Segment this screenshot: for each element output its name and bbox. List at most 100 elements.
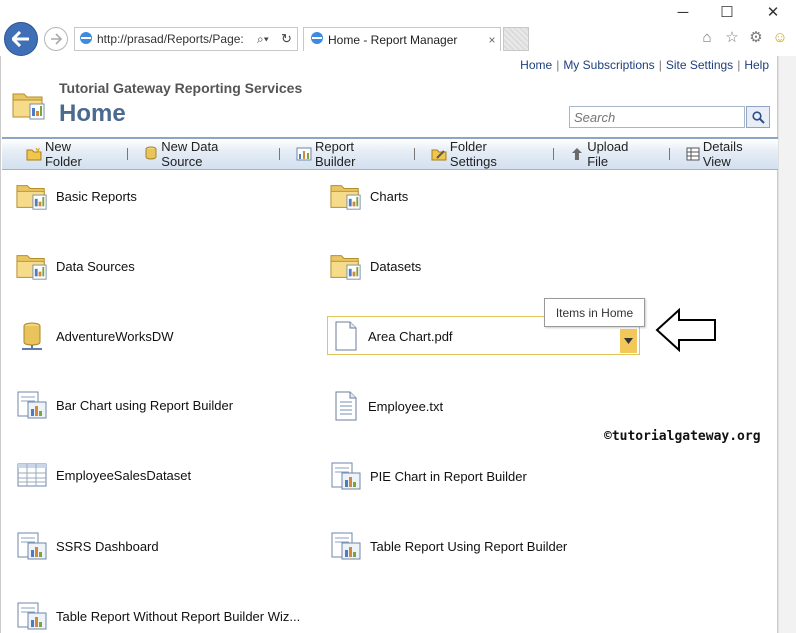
pointer-arrow-icon: [655, 308, 716, 352]
toolbar-separator: [668, 148, 670, 160]
item-datasets[interactable]: Datasets: [330, 251, 421, 281]
minimize-button[interactable]: ─: [673, 4, 693, 22]
report-manager-page: Home | My Subscriptions | Site Settings | Help…: [0, 56, 778, 633]
toolbar-separator: [279, 148, 281, 160]
toolbar-separator: [127, 148, 129, 160]
search-button[interactable]: [746, 106, 770, 128]
item-label[interactable]: Data Sources: [56, 259, 135, 274]
back-arrow-icon: [12, 31, 29, 47]
search-input[interactable]: [569, 106, 745, 128]
new-folder-icon: [26, 147, 42, 161]
tooltip: Items in Home: [544, 298, 645, 327]
favorites-star-icon[interactable]: ☆: [723, 28, 741, 46]
item-label[interactable]: AdventureWorksDW: [56, 329, 174, 344]
item-menu-dropdown[interactable]: [620, 329, 637, 353]
data-source-icon: [16, 320, 48, 352]
item-ssrs-dashboard[interactable]: SSRS Dashboard: [16, 531, 159, 561]
file-icon: [332, 320, 360, 352]
link-home[interactable]: Home: [520, 58, 552, 72]
new-data-source-label: New Data Source: [161, 139, 219, 169]
item-label[interactable]: Table Report Using Report Builder: [370, 539, 567, 554]
smiley-icon[interactable]: ☺: [771, 28, 789, 46]
home-icon[interactable]: ⌂: [698, 28, 716, 46]
page-title: Home: [59, 100, 126, 127]
item-label[interactable]: Area Chart.pdf: [368, 329, 453, 344]
item-data-sources[interactable]: Data Sources: [16, 251, 135, 281]
toolbar-separator: [553, 148, 555, 160]
forward-button[interactable]: [44, 27, 68, 51]
item-bar-chart[interactable]: Bar Chart using Report Builder: [16, 390, 233, 420]
dataset-icon: [16, 461, 48, 489]
home-folder-icon: [12, 88, 46, 122]
ie-page-icon: [79, 31, 93, 48]
details-view-label: Details View: [702, 139, 743, 169]
close-window-button[interactable]: ✕: [763, 4, 783, 22]
new-folder-label: New Folder: [44, 139, 82, 169]
item-label[interactable]: Table Report Without Report Builder Wiz.…: [56, 609, 300, 624]
tab-title: Home - Report Manager: [328, 32, 458, 47]
tab-close-icon[interactable]: ×: [484, 33, 500, 47]
report-builder-icon: [296, 147, 312, 161]
new-tab-button[interactable]: [503, 27, 529, 51]
details-view-button[interactable]: Details View: [682, 139, 778, 169]
item-pie-chart[interactable]: PIE Chart in Report Builder: [330, 461, 527, 491]
item-adventureworksdw[interactable]: AdventureWorksDW: [16, 320, 174, 352]
report-builder-button[interactable]: Report Builder: [292, 139, 402, 169]
item-label[interactable]: Charts: [370, 189, 408, 204]
report-icon: [330, 461, 362, 491]
folder-icon: [330, 181, 362, 211]
link-my-subscriptions[interactable]: My Subscriptions: [563, 58, 654, 72]
top-links: Home | My Subscriptions | Site Settings | Help: [520, 58, 769, 72]
folder-icon: [16, 251, 48, 281]
folder-settings-icon: [431, 149, 447, 161]
item-table-report-builder[interactable]: Table Report Using Report Builder: [330, 531, 567, 561]
ie-tab-icon: [310, 31, 328, 48]
address-bar[interactable]: http://prasad/Reports/Page: ⌕▾ ↻: [74, 27, 298, 51]
upload-file-button[interactable]: Upload File: [566, 139, 657, 169]
new-data-source-icon: [145, 146, 157, 160]
watermark: ©tutorialgateway.org: [604, 429, 761, 444]
item-charts[interactable]: Charts: [330, 181, 408, 211]
text-file-icon: [332, 390, 360, 422]
item-label[interactable]: Datasets: [370, 259, 421, 274]
browser-tab[interactable]: Home - Report Manager ×: [303, 27, 501, 51]
item-label[interactable]: Employee.txt: [368, 399, 443, 414]
refresh-icon[interactable]: ↻: [281, 31, 297, 47]
upload-arrow-icon: [572, 148, 583, 160]
chevron-down-icon: [624, 338, 633, 344]
folder-settings-label: Folder Settings: [449, 139, 497, 169]
item-employee-txt[interactable]: Employee.txt: [332, 390, 443, 422]
folder-icon: [330, 251, 362, 281]
folder-settings-button[interactable]: Folder Settings: [427, 139, 541, 169]
item-label[interactable]: EmployeeSalesDataset: [56, 468, 191, 483]
item-employee-sales-dataset[interactable]: EmployeeSalesDataset: [16, 461, 191, 489]
link-site-settings[interactable]: Site Settings: [666, 58, 733, 72]
item-label[interactable]: Bar Chart using Report Builder: [56, 398, 233, 413]
report-icon: [16, 531, 48, 561]
report-icon: [16, 601, 48, 631]
forward-arrow-icon: [51, 33, 62, 45]
link-help[interactable]: Help: [744, 58, 769, 72]
item-table-report-without-wizard[interactable]: Table Report Without Report Builder Wiz.…: [16, 601, 300, 631]
toolbar-separator: [413, 148, 415, 160]
url-text: http://prasad/Reports/Page:: [97, 32, 244, 46]
folder-icon: [16, 181, 48, 211]
report-icon: [330, 531, 362, 561]
toolbar: New Folder New Data Source Report Builde…: [2, 137, 778, 170]
vertical-scrollbar[interactable]: [778, 56, 796, 633]
gear-icon[interactable]: ⚙: [747, 28, 765, 46]
item-label[interactable]: Basic Reports: [56, 189, 137, 204]
back-button[interactable]: [4, 22, 38, 56]
maximize-button[interactable]: ☐: [717, 4, 737, 22]
new-data-source-button[interactable]: New Data Source: [140, 139, 267, 169]
search-dropdown-icon[interactable]: ⌕▾: [257, 32, 281, 47]
item-label[interactable]: SSRS Dashboard: [56, 539, 159, 554]
search-icon: [751, 110, 765, 124]
item-label[interactable]: PIE Chart in Report Builder: [370, 469, 527, 484]
new-folder-button[interactable]: New Folder: [22, 139, 115, 169]
upload-file-label: Upload File: [587, 139, 629, 169]
item-basic-reports[interactable]: Basic Reports: [16, 181, 137, 211]
item-area-chart-pdf[interactable]: Area Chart.pdf: [332, 320, 453, 352]
report-builder-label: Report Builder: [314, 139, 356, 169]
browser-chrome: http://prasad/Reports/Page: ⌕▾ ↻ Home - …: [0, 0, 796, 56]
